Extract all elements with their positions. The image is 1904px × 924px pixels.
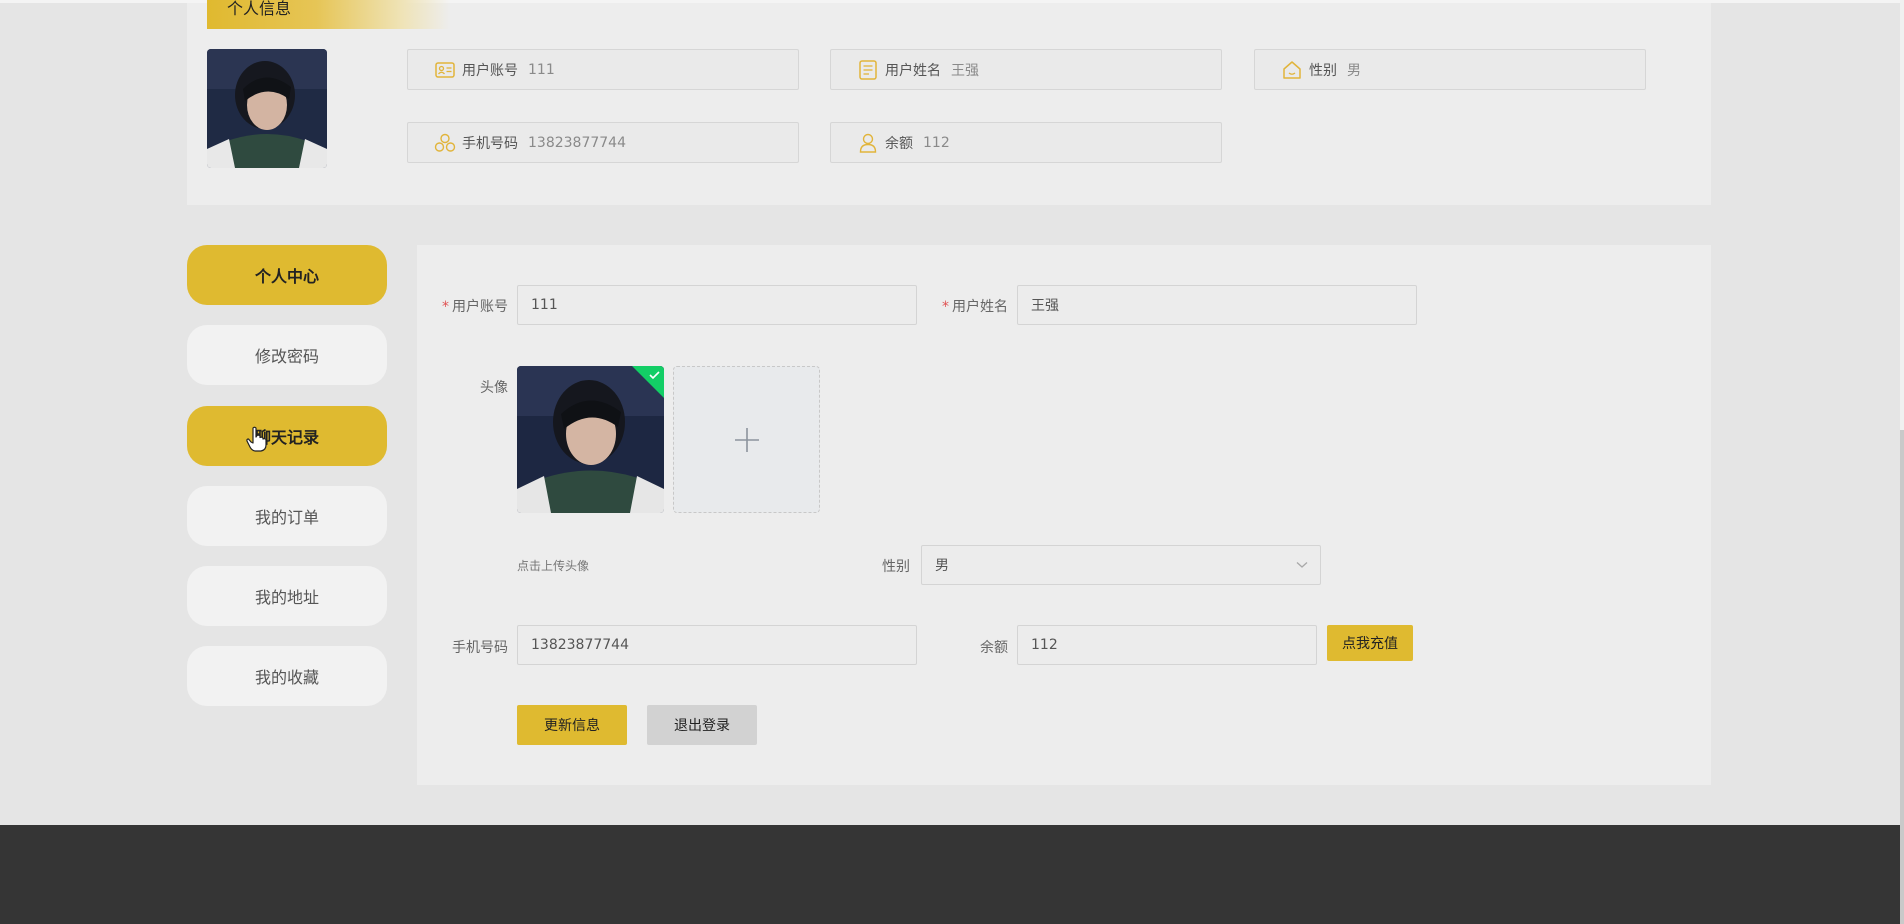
profile-field-value: 男 — [1347, 62, 1361, 79]
logout-button[interactable]: 退出登录 — [647, 705, 757, 745]
profile-field-label: 性别 — [1309, 62, 1337, 79]
menu-item-change-password[interactable]: 修改密码 — [187, 325, 387, 385]
chevron-down-icon — [1296, 562, 1308, 568]
phone-label: 手机号码 — [452, 640, 508, 656]
menu-item-label: 个人中心 — [254, 267, 319, 286]
name-input[interactable]: 王强 — [1017, 285, 1417, 325]
profile-gender-field: 性别 男 — [1254, 49, 1646, 90]
profile-summary-card — [187, 3, 1711, 205]
profile-account-field: 用户账号 111 — [407, 49, 799, 90]
page-footer — [0, 825, 1900, 924]
name-label: * 用户姓名 — [930, 296, 1008, 316]
user-icon — [857, 132, 879, 154]
profile-field-label: 用户姓名 — [885, 62, 941, 79]
gender-select[interactable]: 男 — [921, 545, 1321, 585]
account-input[interactable]: 111 — [517, 285, 917, 325]
gender-selected-value: 男 — [935, 558, 949, 574]
profile-phone-field: 手机号码 13823877744 — [407, 122, 799, 163]
upload-hint: 点击上传头像 — [517, 559, 590, 573]
balance-input[interactable]: 112 — [1017, 625, 1317, 665]
avatar-photo — [207, 49, 327, 168]
profile-field-value: 111 — [528, 61, 555, 78]
profile-field-value: 13823877744 — [528, 134, 626, 151]
account-label-text: 用户账号 — [452, 299, 508, 315]
profile-field-label: 手机号码 — [462, 135, 518, 152]
profile-field-value: 王强 — [951, 62, 979, 79]
update-info-button[interactable]: 更新信息 — [517, 705, 627, 745]
cubes-icon — [434, 132, 456, 154]
recharge-button[interactable]: 点我充值 — [1327, 625, 1413, 661]
uploaded-avatar[interactable] — [517, 366, 664, 513]
profile-avatar — [207, 49, 327, 168]
scrollbar-thumb[interactable] — [1900, 430, 1904, 924]
menu-item-label: 我的收藏 — [254, 668, 319, 687]
profile-field-value: 112 — [923, 134, 950, 151]
document-icon — [857, 59, 879, 81]
menu-item-label: 我的地址 — [254, 588, 319, 607]
profile-section-title-text: 个人信息 — [227, 0, 292, 18]
menu-item-label: 我的订单 — [254, 508, 319, 527]
balance-label: 余额 — [980, 640, 1008, 656]
menu-item-my-address[interactable]: 我的地址 — [187, 566, 387, 626]
avatar-upload-button[interactable] — [673, 366, 820, 513]
account-label: * 用户账号 — [430, 296, 508, 316]
plus-icon — [734, 427, 759, 452]
gender-label: 性别 — [882, 559, 910, 575]
menu-item-chat-history[interactable]: 聊天记录 — [187, 406, 387, 466]
home-icon — [1281, 59, 1303, 81]
profile-field-label: 用户账号 — [462, 62, 518, 79]
required-mark: * — [442, 299, 449, 315]
id-card-icon — [434, 59, 456, 81]
profile-field-label: 余额 — [885, 135, 913, 152]
phone-input[interactable]: 13823877744 — [517, 625, 917, 665]
upload-success-check-icon — [632, 366, 664, 398]
menu-item-my-orders[interactable]: 我的订单 — [187, 486, 387, 546]
profile-section-title: 个人信息 — [207, 0, 450, 29]
required-mark: * — [942, 299, 949, 315]
avatar-label: 头像 — [480, 380, 508, 396]
name-label-text: 用户姓名 — [952, 299, 1008, 315]
menu-item-my-favorites[interactable]: 我的收藏 — [187, 646, 387, 706]
hand-cursor-icon — [246, 426, 268, 456]
profile-balance-field: 余额 112 — [830, 122, 1222, 163]
profile-name-field: 用户姓名 王强 — [830, 49, 1222, 90]
menu-item-personal-center[interactable]: 个人中心 — [187, 245, 387, 305]
profile-form-panel — [417, 245, 1711, 785]
menu-item-label: 修改密码 — [254, 347, 319, 366]
